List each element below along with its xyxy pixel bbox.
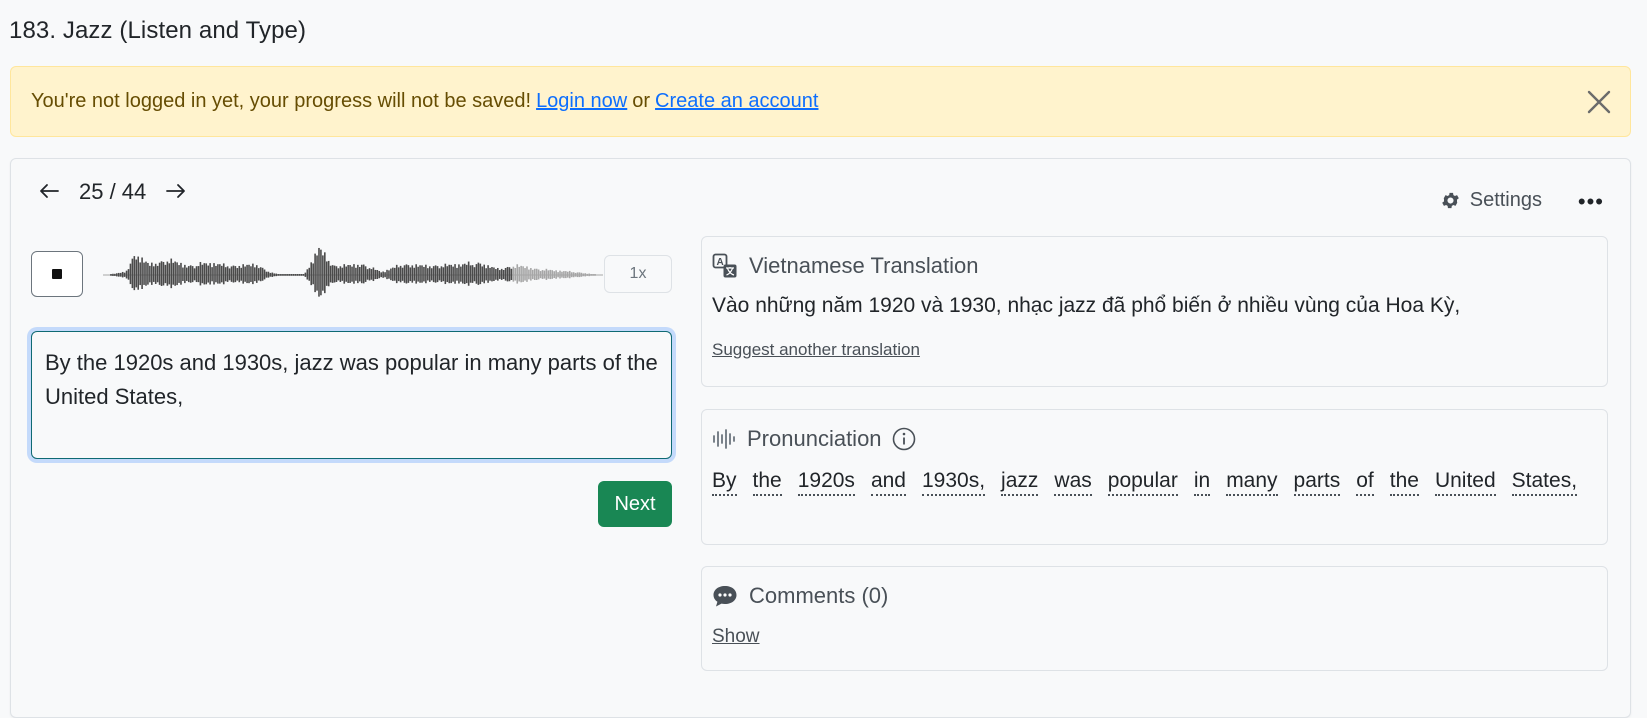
gear-icon	[1441, 192, 1459, 209]
pronunciation-word[interactable]: By	[712, 468, 737, 496]
translation-text: Vào những năm 1920 và 1930, nhạc jazz đã…	[712, 294, 1461, 317]
settings-label: Settings	[1469, 189, 1542, 211]
pronunciation-word[interactable]: popular	[1107, 468, 1178, 496]
svg-text:A: A	[717, 257, 724, 268]
next-button[interactable]: Next	[598, 481, 672, 527]
playback-speed-button[interactable]: 1x	[604, 255, 672, 293]
translation-panel: A Vietnamese Translation Vào những năm 1…	[701, 236, 1608, 387]
comments-title: Comments (0)	[749, 583, 889, 608]
pronunciation-word[interactable]: 1920s	[797, 468, 855, 496]
pronunciation-words: By the 1920s and 1930s, jazz was popular in many p…	[712, 468, 1597, 502]
answer-input[interactable]: By the 1920s and 1930s, jazz was popular…	[31, 331, 672, 459]
suggest-translation-link[interactable]: Suggest another translation	[712, 340, 920, 360]
exercise-card: 25 / 44 Settings ••• 1x By the 1920s and…	[10, 158, 1631, 718]
comments-panel: Comments (0) Show	[701, 566, 1608, 671]
pronunciation-word[interactable]: the	[1389, 468, 1419, 496]
alert-or: or	[632, 90, 651, 112]
alert-message: You're not logged in yet, your progress …	[31, 90, 532, 112]
audio-waveform[interactable]	[103, 237, 603, 313]
pronunciation-word[interactable]: in	[1193, 468, 1211, 496]
page-title: 183. Jazz (Listen and Type)	[9, 17, 307, 44]
pronunciation-word[interactable]: parts	[1293, 468, 1341, 496]
sentence-counter: 25 / 44	[79, 179, 147, 204]
pronunciation-word[interactable]: jazz	[1001, 468, 1039, 496]
pronunciation-word[interactable]: of	[1356, 468, 1374, 496]
pronunciation-word[interactable]: the	[752, 468, 782, 496]
pronunciation-word[interactable]: and	[870, 468, 906, 496]
create-account-link[interactable]: Create an account	[655, 90, 818, 113]
translation-title: Vietnamese Translation	[749, 253, 979, 278]
info-icon[interactable]	[892, 427, 916, 451]
pronunciation-word[interactable]: 1930s,	[921, 468, 986, 496]
arrow-right-icon[interactable]	[166, 179, 186, 205]
pronunciation-title: Pronunciation	[747, 426, 882, 451]
pronunciation-word[interactable]: was	[1054, 468, 1092, 496]
login-alert: You're not logged in yet, your progress …	[10, 66, 1631, 137]
pronunciation-word[interactable]: United	[1434, 468, 1496, 496]
audio-wave-icon	[712, 428, 736, 450]
show-comments-link[interactable]: Show	[712, 626, 760, 648]
arrow-left-icon[interactable]	[39, 179, 59, 205]
pronunciation-word[interactable]: many	[1226, 468, 1278, 496]
pronunciation-word[interactable]: States,	[1511, 468, 1578, 496]
sentence-navigator: 25 / 44	[39, 179, 186, 205]
login-link[interactable]: Login now	[536, 90, 627, 113]
more-options-icon[interactable]: •••	[1578, 189, 1604, 215]
translate-icon: A	[712, 253, 738, 279]
pronunciation-panel: Pronunciation By the 1920s and 1930s, jazz was…	[701, 409, 1608, 545]
stop-button[interactable]	[31, 251, 83, 297]
settings-button[interactable]: Settings	[1440, 189, 1542, 212]
stop-icon	[52, 269, 62, 279]
close-icon[interactable]	[1586, 89, 1612, 115]
comment-icon	[712, 584, 738, 608]
